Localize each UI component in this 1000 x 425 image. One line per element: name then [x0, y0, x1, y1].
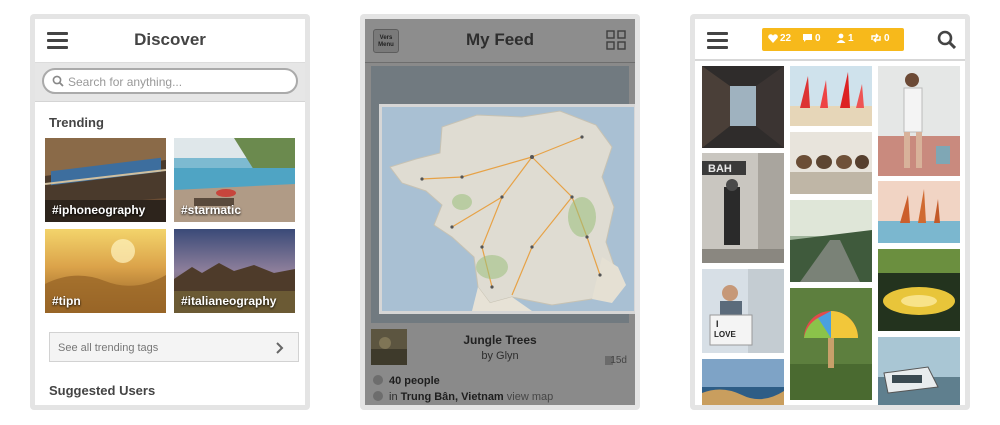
trending-tag-label: #tipn [52, 294, 81, 308]
followers-stat[interactable]: 1 [836, 33, 854, 47]
photo-woman [878, 66, 960, 176]
pin-icon [373, 391, 383, 401]
photo-road [790, 200, 872, 282]
trending-tag-label: #iphoneography [52, 203, 146, 217]
see-all-trending-button[interactable]: See all trending tags [49, 332, 299, 362]
likes-count: 22 [780, 33, 792, 44]
grid-photo[interactable] [878, 337, 960, 405]
post-title[interactable]: Jungle Trees [365, 333, 635, 347]
page-title: My Feed [465, 30, 535, 49]
heart-icon [373, 375, 383, 385]
photo-sunset-lake [878, 249, 960, 331]
grid-photo[interactable] [702, 359, 784, 405]
grid-header: 22 0 1 0 [695, 19, 965, 61]
repost-icon [871, 33, 881, 43]
comment-icon [803, 34, 812, 42]
grid-photo[interactable] [878, 181, 960, 243]
trending-tag-label: #italianeography [181, 294, 277, 308]
likes-row: 40 people [373, 375, 440, 387]
trending-tile-iphoneography[interactable]: #iphoneography [45, 138, 166, 222]
svg-text:LOVE: LOVE [714, 330, 736, 339]
reposts-count: 0 [884, 33, 890, 44]
person-icon [836, 33, 846, 43]
grid-photo[interactable]: I LOVE [702, 269, 784, 353]
photo-coast [702, 359, 784, 405]
search-box[interactable] [42, 68, 298, 94]
feed-screen: Vers Menu My Feed Jungle Trees by Glyn 1… [365, 19, 635, 405]
see-all-label: See all trending tags [58, 342, 159, 354]
reposts-stat[interactable]: 0 [870, 33, 890, 47]
grid-photo[interactable] [878, 66, 960, 176]
france-map [382, 107, 634, 311]
grid-photo[interactable] [790, 288, 872, 400]
svg-text:BAH: BAH [708, 163, 732, 175]
grid-photo[interactable] [878, 249, 960, 331]
grid-photo[interactable] [702, 66, 784, 148]
grid-view-icon[interactable] [606, 30, 626, 50]
feed-header: Vers Menu My Feed [365, 19, 635, 63]
menu-icon[interactable] [707, 32, 728, 49]
photo-sailboats-blue [878, 181, 960, 243]
activity-stats[interactable]: 22 0 1 0 [762, 28, 904, 51]
trending-tile-starmatic[interactable]: #starmatic [174, 138, 295, 222]
photo-pier [702, 66, 784, 148]
likes-stat[interactable]: 22 [768, 33, 791, 47]
grid-screen: 22 0 1 0 BAH I LOVE [695, 19, 965, 405]
trending-tag-label: #starmatic [181, 203, 242, 217]
map-card[interactable] [379, 104, 635, 314]
discover-header: Discover [35, 19, 305, 63]
photo-i-love-you: ILOVE [702, 269, 784, 353]
photo-umbrella [790, 288, 872, 400]
photo-birds [790, 132, 872, 194]
phone-discover: Discover Trending #iphoneography [30, 14, 310, 410]
search-icon [52, 75, 64, 87]
location-row: in Trung Bân, Vietnam view map [373, 391, 553, 403]
search-bar [35, 63, 305, 102]
trending-heading: Trending [49, 115, 104, 130]
comments-stat[interactable]: 0 [802, 33, 821, 47]
svg-text:I: I [716, 319, 719, 329]
trending-tile-tipn[interactable]: #tipn [45, 229, 166, 313]
trending-tile-italianeography[interactable]: #italianeography [174, 229, 295, 313]
location-prefix: in [389, 391, 398, 403]
likes-count[interactable]: 40 people [389, 375, 440, 387]
grid-photo[interactable] [790, 66, 872, 126]
followers-count: 1 [848, 33, 854, 44]
discover-screen: Discover Trending #iphoneography [35, 19, 305, 405]
photo-sailboats [790, 66, 872, 126]
post-age: 15d [610, 355, 627, 366]
grid-photo[interactable] [790, 132, 872, 194]
photo-bah-man: BAH [702, 153, 784, 263]
grid-photo[interactable]: BAH [702, 153, 784, 263]
page-title: Discover [134, 30, 206, 49]
feed-photo[interactable] [371, 66, 635, 323]
view-map-link[interactable]: view map [507, 391, 553, 403]
post-author[interactable]: by Glyn [365, 350, 635, 362]
suggested-users-heading: Suggested Users [49, 383, 156, 398]
comments-count: 0 [815, 33, 821, 44]
search-icon[interactable] [937, 30, 956, 49]
location-name[interactable]: Trung Bân, Vietnam [401, 391, 504, 403]
search-input[interactable] [68, 73, 288, 91]
photo-wreck [878, 337, 960, 405]
grid-photo[interactable] [790, 200, 872, 282]
phone-feed: Vers Menu My Feed Jungle Trees by Glyn 1… [360, 14, 640, 410]
chevron-right-icon [276, 342, 284, 354]
phone-grid: 22 0 1 0 BAH I LOVE [690, 14, 970, 410]
heart-icon [768, 34, 778, 43]
